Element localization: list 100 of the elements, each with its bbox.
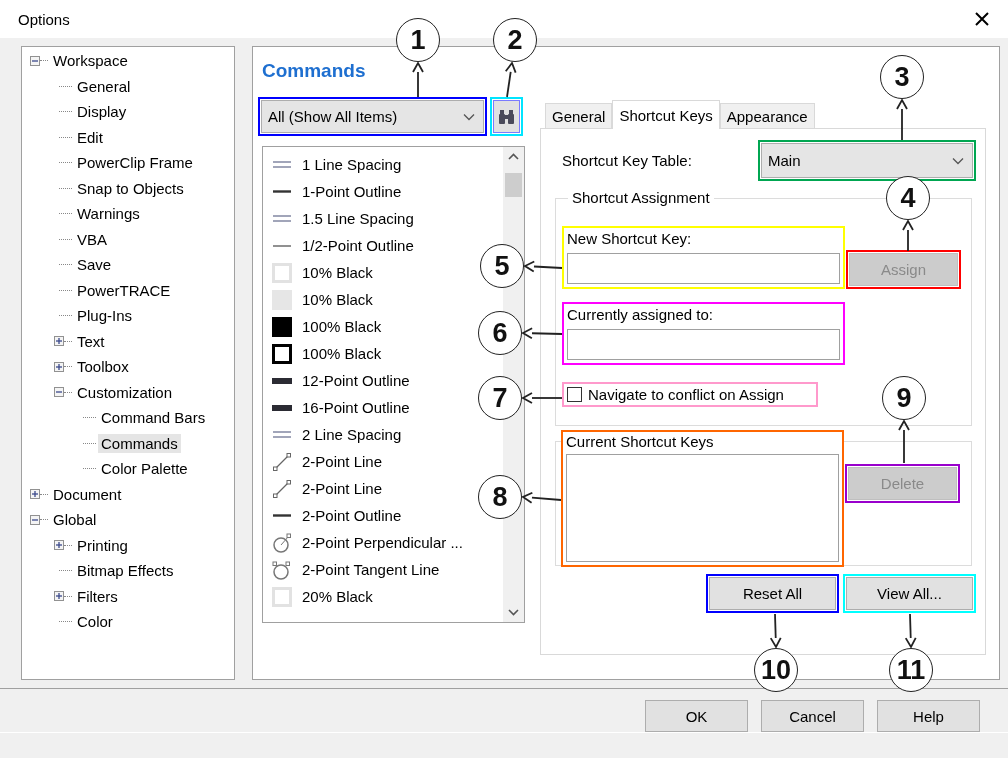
input-field[interactable]	[567, 329, 840, 360]
binoculars-icon	[498, 108, 515, 125]
tree-line	[64, 391, 72, 393]
button[interactable]: Help	[877, 700, 980, 732]
circle-line-icon	[271, 558, 293, 581]
tree-item[interactable]: PowerTRACE	[74, 280, 174, 300]
list-item[interactable]: 2-Point Line	[302, 453, 383, 470]
checkbox[interactable]	[567, 387, 582, 402]
collapse-icon[interactable]	[30, 55, 40, 66]
tree-item[interactable]: Plug-Ins	[74, 306, 136, 326]
tree-item[interactable]: Workspace	[50, 51, 131, 71]
tree-line	[59, 162, 72, 164]
button[interactable]: OK	[645, 700, 748, 732]
list-item[interactable]: 1.5 Line Spacing	[302, 210, 414, 227]
button[interactable]: Cancel	[761, 700, 864, 732]
swatch-icon	[271, 585, 293, 608]
tree-item[interactable]: Document	[50, 484, 125, 504]
callout-arrow	[521, 392, 563, 404]
list-item[interactable]: 2-Point Tangent Line	[302, 561, 440, 578]
list-box[interactable]	[566, 454, 839, 562]
tree-item[interactable]: Save	[74, 255, 115, 275]
field-label: New Shortcut Key:	[567, 229, 693, 249]
list-item[interactable]: 2 Line Spacing	[302, 426, 402, 443]
tree-item[interactable]: Text	[74, 331, 108, 351]
scroll-down-icon[interactable]	[508, 609, 519, 616]
tree-item[interactable]: Bitmap Effects	[74, 561, 177, 581]
collapse-icon[interactable]	[54, 387, 64, 398]
tree-item[interactable]: PowerClip Frame	[74, 153, 196, 173]
tree-item[interactable]: Commands	[98, 433, 181, 453]
tree-item[interactable]: General	[74, 76, 134, 96]
tree-line	[59, 621, 72, 623]
tree-item[interactable]: VBA	[74, 229, 110, 249]
list-item[interactable]: 1/2-Point Outline	[302, 237, 414, 254]
expand-icon[interactable]	[54, 336, 64, 347]
expand-icon[interactable]	[54, 540, 64, 551]
filter-dropdown[interactable]: All (Show All Items)	[261, 100, 484, 133]
line-icon	[273, 514, 291, 517]
expand-icon[interactable]	[54, 361, 64, 372]
callout-arrow	[902, 219, 914, 252]
button[interactable]: View All...	[846, 577, 973, 610]
list-item[interactable]: 16-Point Outline	[302, 399, 410, 416]
tree-line	[40, 493, 48, 495]
swatch-icon	[271, 342, 293, 365]
scroll-up-icon[interactable]	[508, 153, 519, 160]
tree-line	[59, 213, 72, 215]
tree-item[interactable]: Customization	[74, 382, 176, 402]
callout-arrow	[769, 613, 782, 649]
tree-line	[40, 60, 48, 62]
list-item[interactable]: 100% Black	[302, 345, 382, 362]
callout-arrow	[523, 260, 563, 273]
tree-item[interactable]: Snap to Objects	[74, 178, 187, 198]
tree-item[interactable]: Command Bars	[98, 408, 209, 428]
input-field[interactable]	[567, 253, 840, 284]
expand-icon[interactable]	[54, 591, 64, 602]
list-item[interactable]: 2-Point Line	[302, 480, 383, 497]
tree-line	[59, 85, 72, 87]
tree-item[interactable]: Printing	[74, 535, 131, 555]
tree-line	[64, 340, 72, 342]
tab[interactable]: Shortcut Keys	[612, 100, 720, 129]
list-item[interactable]: 20% Black	[302, 588, 373, 605]
tree-line	[83, 468, 96, 470]
callout-arrow	[896, 98, 908, 141]
tree-line	[40, 519, 48, 521]
group-label: Shortcut Assignment	[568, 189, 714, 206]
tree-item[interactable]: Filters	[74, 586, 121, 606]
list-item[interactable]: 1-Point Outline	[302, 183, 402, 200]
tree-line	[64, 544, 72, 546]
callout-arrow	[504, 61, 517, 98]
tree-item[interactable]: Global	[50, 510, 100, 530]
tree-item[interactable]: Display	[74, 102, 130, 122]
tab[interactable]: General	[545, 103, 613, 128]
scrollbar-thumb[interactable]	[505, 173, 522, 197]
tab[interactable]: Appearance	[719, 103, 815, 128]
list-item[interactable]: 10% Black	[302, 291, 373, 308]
callout-arrow	[898, 419, 910, 464]
line-icon	[273, 190, 291, 193]
diagonal-line-icon	[271, 477, 293, 500]
button[interactable]: Reset All	[709, 577, 836, 610]
tree-item[interactable]: Toolbox	[74, 357, 132, 377]
group-label: Current Shortcut Keys	[566, 433, 715, 450]
swatch-icon	[271, 261, 293, 284]
list-item[interactable]: 100% Black	[302, 318, 382, 335]
tree-item[interactable]: Color Palette	[98, 459, 191, 479]
table-dropdown[interactable]: Main	[761, 143, 973, 178]
tree-item[interactable]: Color	[74, 612, 116, 632]
circle-line-icon	[271, 531, 293, 554]
expand-icon[interactable]	[30, 489, 40, 500]
list-item[interactable]: 12-Point Outline	[302, 372, 410, 389]
diagonal-line-icon	[271, 450, 293, 473]
list-item[interactable]: 1 Line Spacing	[302, 156, 402, 173]
list-item[interactable]: 2-Point Perpendicular ...	[302, 534, 463, 551]
close-icon[interactable]	[974, 11, 990, 27]
tree-line	[59, 289, 72, 291]
list-item[interactable]: 2-Point Outline	[302, 507, 402, 524]
collapse-icon[interactable]	[30, 514, 40, 525]
swatch-icon	[271, 315, 293, 338]
tree-item[interactable]: Warnings	[74, 204, 143, 224]
tree-line	[83, 417, 96, 419]
list-item[interactable]: 10% Black	[302, 264, 373, 281]
tree-item[interactable]: Edit	[74, 127, 106, 147]
